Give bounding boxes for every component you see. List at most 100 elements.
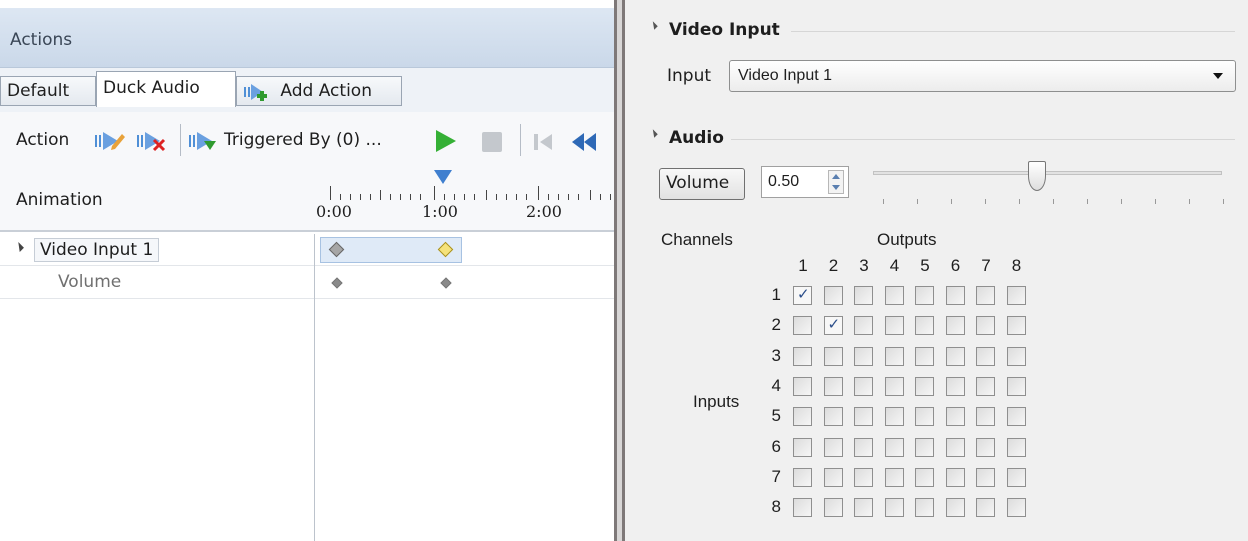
routing-checkbox[interactable] xyxy=(915,498,934,518)
tab-duck-audio[interactable]: Duck Audio xyxy=(96,71,236,107)
routing-checkbox[interactable] xyxy=(915,407,934,427)
routing-checkbox[interactable] xyxy=(1006,498,1026,518)
routing-checkbox[interactable] xyxy=(976,316,995,336)
routing-checkbox[interactable] xyxy=(915,346,934,366)
routing-checkbox[interactable] xyxy=(823,286,843,305)
routing-checkbox[interactable] xyxy=(945,498,965,518)
collapse-arrow-icon[interactable] xyxy=(649,129,658,138)
input-dropdown[interactable]: Video Input 1 xyxy=(729,60,1236,92)
routing-checkbox[interactable] xyxy=(823,376,843,396)
routing-checkbox[interactable] xyxy=(1006,467,1026,487)
routing-checkbox[interactable] xyxy=(823,315,843,336)
routing-checkbox[interactable] xyxy=(854,407,873,427)
tree-row-video-input[interactable]: Video Input 1 xyxy=(0,234,614,266)
routing-checkbox[interactable] xyxy=(793,437,812,457)
routing-checkbox[interactable] xyxy=(915,467,934,487)
playhead-marker[interactable] xyxy=(434,170,452,184)
routing-checkbox[interactable] xyxy=(823,437,843,457)
routing-checkbox[interactable] xyxy=(823,498,843,518)
routing-checkbox[interactable] xyxy=(945,467,965,487)
volume-spinner[interactable] xyxy=(828,170,844,194)
keyframe-diamond-icon[interactable] xyxy=(331,277,343,289)
volume-input[interactable]: 0.50 xyxy=(761,166,849,198)
volume-slider-thumb[interactable] xyxy=(1028,161,1047,191)
routing-checkbox[interactable] xyxy=(823,467,843,487)
routing-checkbox[interactable] xyxy=(945,346,965,366)
pane-splitter[interactable] xyxy=(614,0,625,541)
routing-checkbox[interactable] xyxy=(945,376,965,396)
remove-trigger-icon[interactable] xyxy=(136,128,168,158)
routing-checkbox[interactable] xyxy=(854,316,873,336)
rewind-icon[interactable] xyxy=(570,132,596,152)
tab-add-action[interactable]: Add Action xyxy=(236,76,402,106)
routing-checkbox[interactable] xyxy=(823,346,843,366)
routing-checkbox[interactable] xyxy=(854,498,873,518)
routing-checkbox[interactable] xyxy=(1006,346,1026,366)
tree-row-volume[interactable]: Volume xyxy=(0,267,614,299)
tree-node-video-input[interactable]: Video Input 1 xyxy=(34,238,160,262)
routing-checkbox[interactable] xyxy=(793,346,812,366)
routing-checkbox[interactable] xyxy=(1006,316,1026,336)
routing-checkbox[interactable] xyxy=(976,286,995,305)
routing-checkbox[interactable] xyxy=(976,376,995,396)
triggered-by-button[interactable]: Triggered By (0) ... xyxy=(224,130,382,150)
routing-checkbox[interactable] xyxy=(884,498,904,518)
action-tabs: Default Duck Audio Add Action xyxy=(0,68,614,180)
input-label: Input xyxy=(667,66,712,86)
slider-tick xyxy=(1019,199,1020,204)
routing-checkbox[interactable] xyxy=(854,346,873,366)
routing-checkbox[interactable] xyxy=(823,407,843,427)
collapse-arrow-icon[interactable] xyxy=(14,242,24,252)
routing-checkbox[interactable] xyxy=(884,407,904,427)
routing-checkbox[interactable] xyxy=(884,286,904,305)
routing-checkbox[interactable] xyxy=(945,407,965,427)
routing-checkbox[interactable] xyxy=(884,376,904,396)
routing-checkbox[interactable] xyxy=(976,437,995,457)
routing-checkbox[interactable] xyxy=(793,316,812,336)
skip-to-start-icon[interactable] xyxy=(532,132,556,152)
routing-checkbox[interactable] xyxy=(854,376,873,396)
routing-checkbox[interactable] xyxy=(976,407,995,427)
spin-down-icon[interactable] xyxy=(832,185,840,190)
add-trigger-icon[interactable] xyxy=(94,128,126,158)
routing-checkbox[interactable] xyxy=(1006,437,1026,457)
routing-checkbox[interactable] xyxy=(915,316,934,336)
volume-button[interactable]: Volume xyxy=(659,168,745,200)
actions-title: Actions xyxy=(10,30,73,50)
routing-checkbox[interactable] xyxy=(945,286,965,305)
routing-checkbox[interactable] xyxy=(854,286,873,305)
routing-checkbox[interactable] xyxy=(884,467,904,487)
routing-checkbox[interactable] xyxy=(1006,286,1026,305)
routing-checkbox[interactable] xyxy=(915,286,934,305)
animation-label: Animation xyxy=(16,190,103,210)
routing-checkbox[interactable] xyxy=(1006,376,1026,396)
routing-checkbox[interactable] xyxy=(854,437,873,457)
routing-checkbox[interactable] xyxy=(884,316,904,336)
routing-checkbox[interactable] xyxy=(793,498,812,518)
collapse-arrow-icon[interactable] xyxy=(649,21,658,30)
tick-label: 1:00 xyxy=(422,202,458,221)
routing-checkbox[interactable] xyxy=(793,467,812,487)
routing-checkbox[interactable] xyxy=(976,498,995,518)
timeline-ruler[interactable]: 0:00 1:00 2:00 xyxy=(316,182,614,222)
routing-checkbox[interactable] xyxy=(884,437,904,457)
routing-checkbox[interactable] xyxy=(945,437,965,457)
routing-checkbox[interactable] xyxy=(915,376,934,396)
routing-checkbox[interactable] xyxy=(915,437,934,457)
volume-slider[interactable] xyxy=(873,171,1222,175)
slider-tick xyxy=(951,199,952,204)
routing-checkbox[interactable] xyxy=(976,467,995,487)
stop-icon[interactable] xyxy=(482,132,502,152)
tab-default[interactable]: Default xyxy=(0,76,96,106)
routing-checkbox[interactable] xyxy=(793,407,812,427)
spin-up-icon[interactable] xyxy=(832,174,840,179)
routing-checkbox[interactable] xyxy=(945,316,965,336)
routing-checkbox[interactable] xyxy=(854,467,873,487)
play-icon[interactable] xyxy=(436,130,456,152)
routing-checkbox[interactable] xyxy=(1006,407,1026,427)
routing-checkbox[interactable] xyxy=(884,346,904,366)
routing-checkbox[interactable] xyxy=(793,285,812,305)
keyframe-diamond-icon[interactable] xyxy=(440,277,452,289)
routing-checkbox[interactable] xyxy=(976,346,995,366)
routing-checkbox[interactable] xyxy=(793,376,812,396)
